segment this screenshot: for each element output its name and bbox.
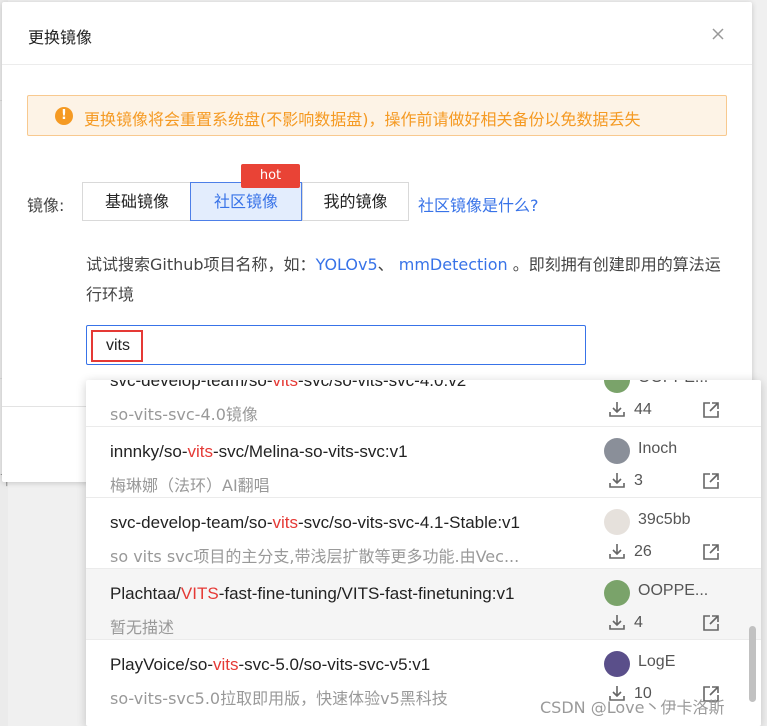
warning-text: 更换镜像将会重置系统盘(不影响数据盘)，操作前请做好相关备份以免数据丢失 <box>84 110 641 129</box>
download-count: 3 <box>634 472 643 489</box>
result-description: 梅琳娜（法环）AI翻唱 <box>110 476 270 495</box>
close-icon[interactable] <box>710 26 726 42</box>
search-highlight: vits <box>272 513 299 532</box>
download-count: 44 <box>634 401 652 418</box>
owner-avatar <box>604 509 630 535</box>
owner-name: OOPPE... <box>638 380 708 387</box>
result-item[interactable]: svc-develop-team/so-vits-svc/so-vits-svc… <box>86 497 761 568</box>
scrollbar[interactable] <box>749 626 756 702</box>
open-external-icon[interactable] <box>702 543 720 561</box>
result-title: PlayVoice/so-vits-svc-5.0/so-vits-svc-v5… <box>110 655 431 674</box>
search-highlight: vits <box>213 655 239 674</box>
search-hint: 试试搜索Github项目名称，如：YOLOv5、 mmDetection 。即刻… <box>86 250 726 310</box>
dialog-footer-divider <box>2 406 87 407</box>
search-value[interactable]: vits <box>91 330 143 362</box>
warning-icon: ! <box>55 107 73 125</box>
open-external-icon[interactable] <box>702 472 720 490</box>
owner-avatar <box>604 380 630 393</box>
open-external-icon[interactable] <box>702 401 720 419</box>
download-icon <box>609 544 625 559</box>
hot-badge: hot <box>241 164 300 188</box>
hint-separator: 、 <box>377 255 399 274</box>
download-icon <box>609 402 625 417</box>
result-item[interactable]: svc-develop-team/so-vits-svc/so-vits-svc… <box>86 380 761 426</box>
owner-avatar <box>604 651 630 677</box>
result-item[interactable]: innnky/so-vits-svc/Melina-so-vits-svc:v1… <box>86 426 761 497</box>
owner-avatar <box>604 580 630 606</box>
result-title: Plachtaa/VITS-fast-fine-tuning/VITS-fast… <box>110 584 515 603</box>
open-external-icon[interactable] <box>702 614 720 632</box>
example-link-yolov5[interactable]: YOLOv5 <box>316 255 378 274</box>
tab-my-mirror[interactable]: 我的镜像 <box>302 182 409 221</box>
example-link-mmdetection[interactable]: mmDetection <box>399 255 508 274</box>
mirror-label: 镜像: <box>27 196 65 215</box>
result-title: svc-develop-team/so-vits-svc/so-vits-svc… <box>110 380 466 391</box>
dialog-header-divider <box>2 64 752 65</box>
download-icon <box>609 473 625 488</box>
search-highlight: vits <box>272 380 299 390</box>
community-mirror-help-link[interactable]: 社区镜像是什么? <box>418 192 539 216</box>
hint-prefix: 试试搜索Github项目名称，如： <box>86 255 316 274</box>
download-icon <box>609 615 625 630</box>
result-title: innnky/so-vits-svc/Melina-so-vits-svc:v1 <box>110 442 408 461</box>
result-title: svc-develop-team/so-vits-svc/so-vits-svc… <box>110 513 521 532</box>
search-highlight: vits <box>187 442 213 461</box>
download-count: 26 <box>634 543 652 560</box>
warning-alert: ! 更换镜像将会重置系统盘(不影响数据盘)，操作前请做好相关备份以免数据丢失 <box>27 95 727 136</box>
result-description: 暂无描述 <box>110 618 175 637</box>
download-count: 4 <box>634 614 643 631</box>
search-results-dropdown[interactable]: svc-develop-team/so-vits-svc/so-vits-svc… <box>86 380 761 726</box>
search-highlight: VITS <box>180 584 219 603</box>
result-description: so-vits-svc-4.0镜像 <box>110 405 258 424</box>
watermark: CSDN @Love丶伊卡洛斯 <box>540 698 725 717</box>
owner-avatar <box>604 438 630 464</box>
result-description: so-vits-svc5.0拉取即用版，快速体验v5黑科技 <box>110 689 448 708</box>
result-item[interactable]: Plachtaa/VITS-fast-fine-tuning/VITS-fast… <box>86 568 761 639</box>
result-description: so vits svc项目的主分支,带浅层扩散等更多功能.由Vec... <box>110 547 520 566</box>
owner-name: LogE <box>638 653 676 670</box>
tab-basic-mirror[interactable]: 基础镜像 <box>82 182 192 221</box>
owner-name: Inoch <box>638 440 678 457</box>
search-input[interactable]: vits <box>86 325 586 365</box>
owner-name: 39c5bb <box>638 511 691 528</box>
dialog-title: 更换镜像 <box>28 28 93 47</box>
owner-name: OOPPE... <box>638 582 709 599</box>
